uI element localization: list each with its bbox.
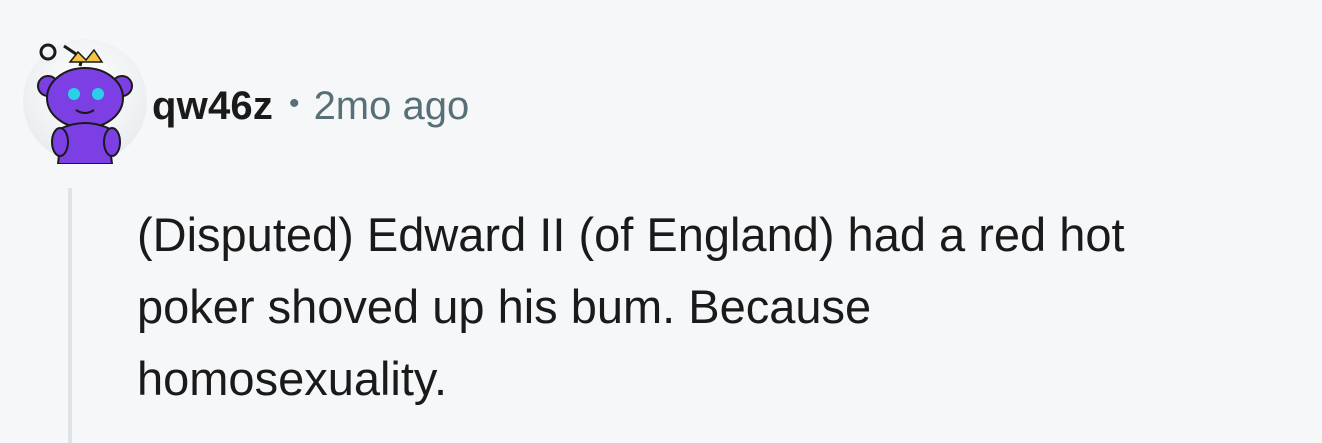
user-avatar[interactable] [22,38,148,165]
author-username[interactable]: qw46z [152,84,273,129]
comment-timestamp[interactable]: 2mo ago [314,84,470,129]
comment-body-line: poker shoved up his bum. Because [137,280,872,333]
comment-body-line: (Disputed) Edward II (of England) had a … [137,208,1125,261]
comment-body-line: homosexuality. [137,352,447,405]
snoo-avatar-icon [23,39,147,165]
meta-separator: • [289,87,300,120]
thread-line[interactable] [68,188,72,443]
comment: qw46z • 2mo ago (Disputed) Edward II (of… [0,0,1322,443]
comment-body: (Disputed) Edward II (of England) had a … [137,199,1312,415]
comment-meta: qw46z • 2mo ago [152,78,469,134]
